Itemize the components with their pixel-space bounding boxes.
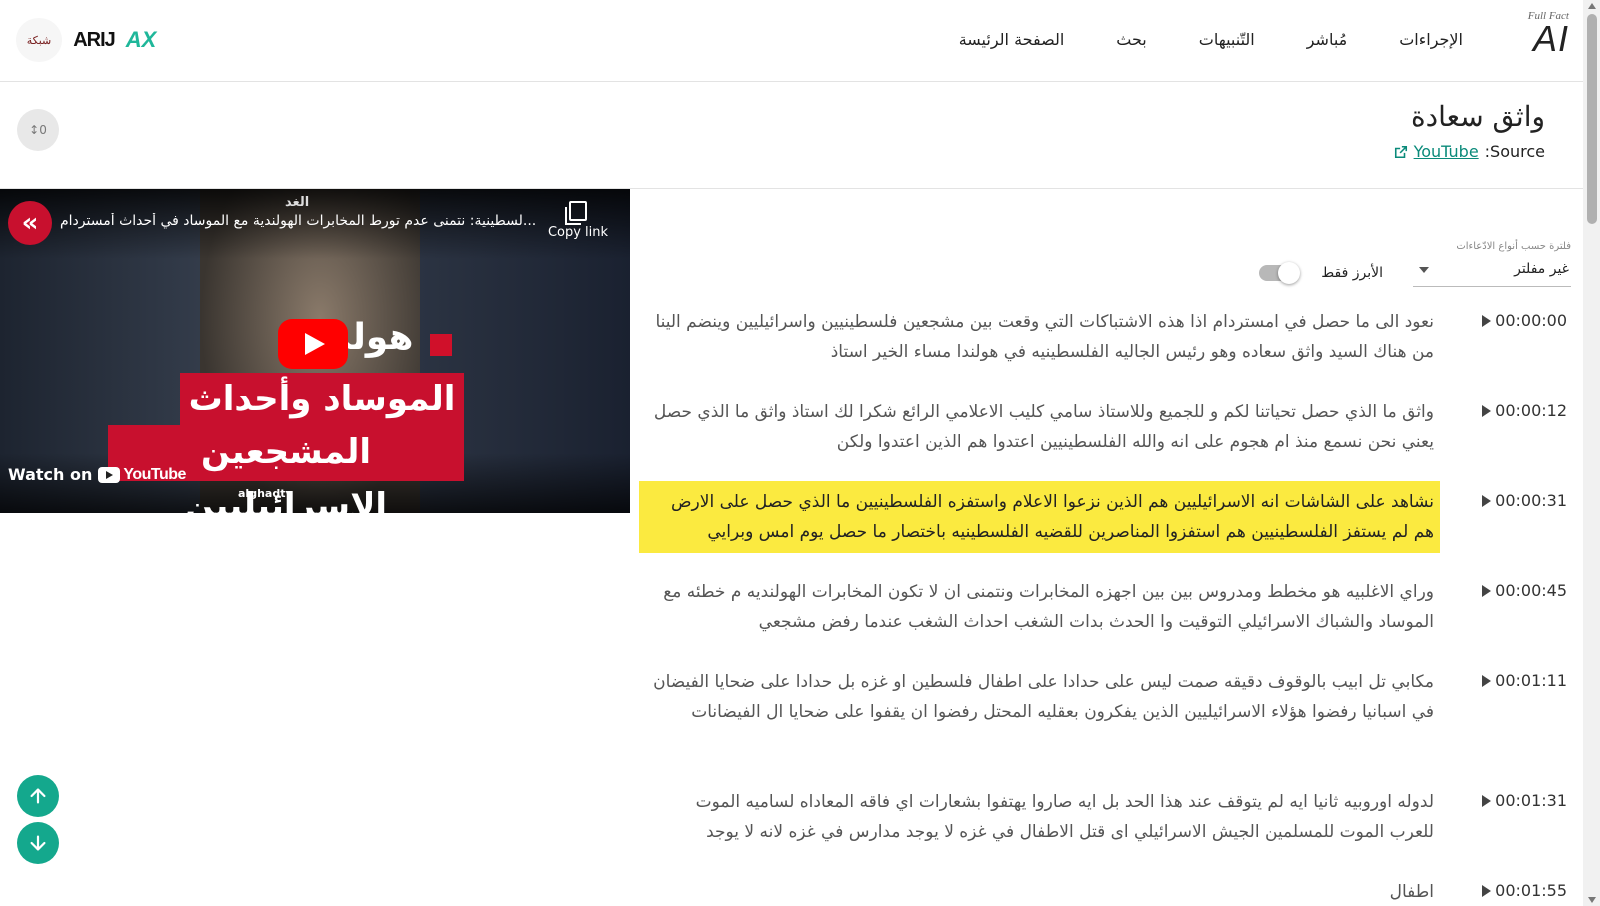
segment-timestamp[interactable]: 00:01:31	[1482, 791, 1567, 810]
watch-on-label: Watch on	[8, 465, 93, 484]
channel-watermark: الغد	[285, 195, 310, 210]
toggle-label: الأبرز فقط	[1321, 265, 1383, 281]
source-line: Source: YouTube	[1394, 142, 1545, 161]
top-navbar: Full Fact AI الصفحة الرئيسة بحث التّنبيه…	[0, 0, 1583, 82]
dropdown-caret-icon	[1419, 267, 1429, 273]
transcript-segment[interactable]: مكابي تل ابيب بالوقوف دقيقه صمت ليس على …	[639, 661, 1440, 733]
arrow-up-icon	[30, 788, 46, 804]
toggle-knob	[1278, 262, 1301, 284]
scroll-up-button[interactable]	[17, 775, 59, 817]
segment-timestamp[interactable]: 00:01:55	[1482, 881, 1567, 900]
title-row: واثق سعادة Source: YouTube ↕0	[0, 82, 1583, 189]
watch-on-youtube-button[interactable]: Watch on YouTube	[8, 465, 186, 484]
play-icon	[1482, 794, 1492, 807]
segment-timestamp[interactable]: 00:00:45	[1482, 581, 1567, 600]
filter-selected-value: غير مفلتر	[1514, 261, 1569, 277]
partner-logo-1: شبكة	[16, 18, 62, 62]
full-fact-ai-logo[interactable]: Full Fact AI	[1499, 10, 1569, 70]
highlights-only-toggle-group: الأبرز فقط	[1259, 262, 1383, 284]
play-icon	[1482, 674, 1492, 687]
youtube-play-icon	[98, 466, 121, 483]
page-title: واثق سعادة	[1411, 100, 1545, 133]
transcript-panel: فلترة حسب أنواع الادّعاءات غير مفلتر الأ…	[630, 189, 1583, 906]
timestamp-label: 00:01:55	[1495, 881, 1567, 900]
play-icon	[1482, 404, 1492, 417]
transcript-segment[interactable]: لدوله اوروبيه ثانيا ايه لم يتوقف عند هذا…	[639, 781, 1440, 853]
nav-search[interactable]: بحث	[1116, 30, 1147, 49]
segment-text: مكابي تل ابيب بالوقوف دقيقه صمت ليس على …	[653, 672, 1434, 722]
highlights-only-toggle[interactable]	[1259, 262, 1301, 284]
play-icon	[1482, 314, 1492, 327]
page-scrollbar[interactable]	[1583, 0, 1600, 906]
play-button-icon[interactable]	[278, 319, 348, 369]
segment-timestamp[interactable]: 00:00:12	[1482, 401, 1567, 420]
nav-alerts[interactable]: التّنبيهات	[1199, 30, 1255, 49]
play-icon	[1482, 584, 1492, 597]
partner-logos: شبكة ARIJ AX	[16, 18, 156, 62]
sort-counter-badge[interactable]: ↕0	[17, 109, 59, 151]
video-caption-1: الموساد وأحداث	[180, 373, 464, 427]
scrollbar-thumb[interactable]	[1587, 14, 1597, 224]
transcript-segment[interactable]: نعود الى ما حصل في امستردام اذا هذه الاش…	[639, 301, 1440, 373]
video-overlay-square	[430, 334, 452, 356]
partner-logo-arij: ARIJ	[73, 28, 116, 51]
transcript-segment[interactable]: اطفال	[639, 871, 1440, 906]
youtube-wordmark: YouTube	[123, 465, 186, 483]
transcript-segment[interactable]: واثق ما الذي حصل تحياتنا لكم و للجميع ول…	[639, 391, 1440, 463]
segment-text: واثق ما الذي حصل تحياتنا لكم و للجميع ول…	[653, 402, 1434, 452]
main-nav: الصفحة الرئيسة بحث التّنبيهات مُباشر الإ…	[959, 30, 1463, 49]
filter-label: فلترة حسب أنواع الادّعاءات	[1456, 241, 1571, 252]
nav-live[interactable]: مُباشر	[1307, 30, 1348, 49]
segment-text: لدوله اوروبيه ثانيا ايه لم يتوقف عند هذا…	[695, 792, 1434, 842]
segment-timestamp[interactable]: 00:01:11	[1482, 671, 1567, 690]
segment-text: اطفال	[1389, 882, 1434, 902]
copy-icon	[565, 201, 587, 225]
partner-logo-ax: AX	[125, 27, 157, 52]
timestamp-label: 00:00:45	[1495, 581, 1567, 600]
timestamp-label: 00:00:31	[1495, 491, 1567, 510]
source-label: Source:	[1484, 142, 1545, 161]
copy-link-button[interactable]: Copy link	[546, 201, 610, 240]
external-link-icon[interactable]	[1394, 145, 1408, 159]
brand-main: AI	[1532, 18, 1569, 59]
transcript-segment-highlighted[interactable]: نشاهد على الشاشات انه الاسرائيليين هم ال…	[639, 481, 1440, 553]
copy-link-label: Copy link	[547, 225, 609, 240]
scroll-down-button[interactable]	[17, 822, 59, 864]
segment-timestamp[interactable]: 00:00:31	[1482, 491, 1567, 510]
source-link[interactable]: YouTube	[1414, 142, 1479, 161]
timestamp-label: 00:00:00	[1495, 311, 1567, 330]
segment-text: نشاهد على الشاشات انه الاسرائيليين هم ال…	[671, 492, 1434, 542]
timestamp-label: 00:00:12	[1495, 401, 1567, 420]
channel-avatar-icon[interactable]: «	[8, 201, 52, 245]
segment-text: نعود الى ما حصل في امستردام اذا هذه الاش…	[655, 312, 1434, 362]
play-icon	[1482, 884, 1492, 897]
timestamp-label: 00:01:31	[1495, 791, 1567, 810]
youtube-embed[interactable]: الغد « ...لسطينية: نتمنى عدم تورط المخاب…	[0, 189, 630, 513]
timestamp-label: 00:01:11	[1495, 671, 1567, 690]
transcript-segment[interactable]: وراي الاغلبيه هو مخطط ومدروس بين بين اجه…	[639, 571, 1440, 643]
segment-text: وراي الاغلبيه هو مخطط ومدروس بين بين اجه…	[663, 582, 1434, 632]
arrow-down-icon	[30, 835, 46, 851]
video-title[interactable]: ...لسطينية: نتمنى عدم تورط المخابرات اله…	[60, 213, 540, 229]
video-handle: alghadtv	[238, 487, 293, 500]
nav-actions[interactable]: الإجراءات	[1399, 30, 1463, 49]
scroll-down-arrow-icon[interactable]	[1588, 897, 1596, 903]
segment-timestamp[interactable]: 00:00:00	[1482, 311, 1567, 330]
claim-type-filter-select[interactable]: غير مفلتر	[1413, 259, 1571, 287]
nav-home[interactable]: الصفحة الرئيسة	[959, 30, 1065, 49]
play-icon	[1482, 494, 1492, 507]
scroll-up-arrow-icon[interactable]	[1588, 3, 1596, 9]
youtube-logo: YouTube	[98, 466, 186, 484]
